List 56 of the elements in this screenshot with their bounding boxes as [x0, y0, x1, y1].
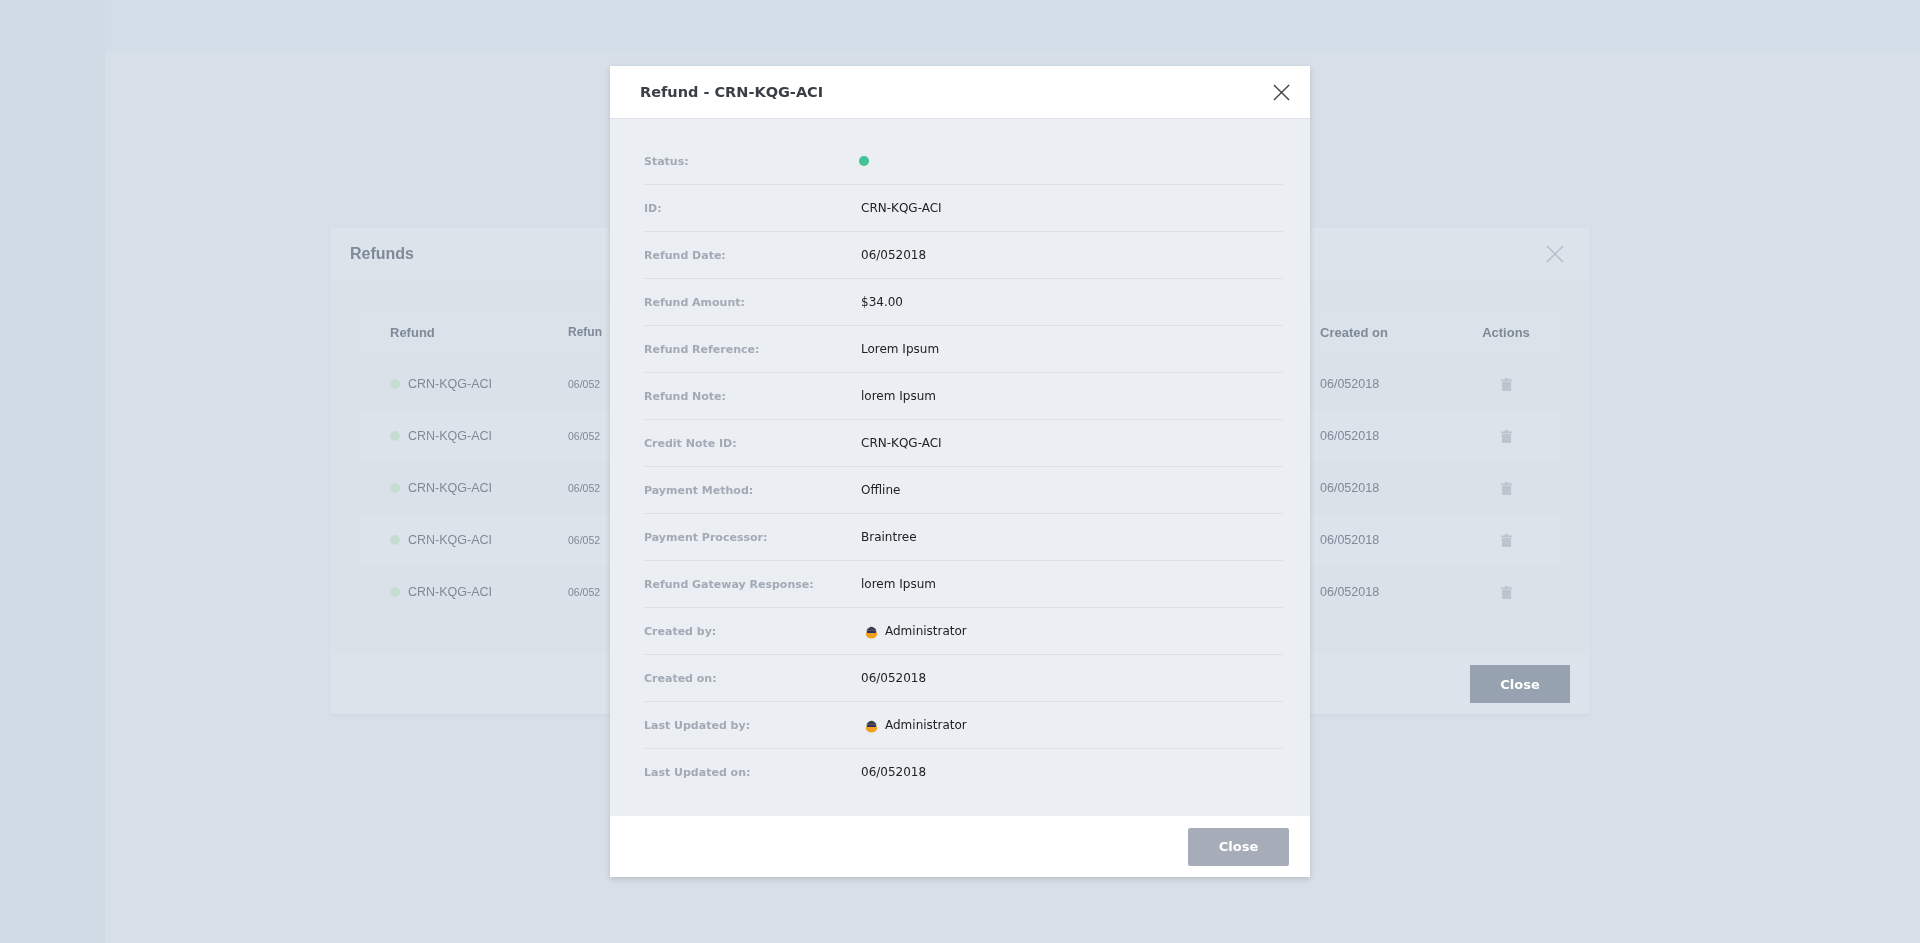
table-cell: 06/052 — [568, 430, 601, 442]
trash-icon[interactable] — [1500, 429, 1512, 443]
field-label: Status: — [644, 154, 690, 168]
field-label: Refund Amount: — [644, 295, 746, 309]
field-label: Refund Gateway Response: — [644, 577, 815, 591]
table-cell: 06/052018 — [1320, 377, 1380, 391]
field-value: 06/052018 — [861, 671, 927, 685]
table-cell: 06/052018 — [1320, 429, 1380, 443]
close-button[interactable]: Close — [1188, 827, 1289, 866]
dialog-title: Refunds — [350, 245, 414, 263]
column-header: Refun — [568, 325, 603, 339]
table-cell: 06/052 — [568, 378, 601, 390]
table-cell: CRN-KQG-ACI — [408, 585, 493, 599]
field-label: Last Updated on: — [644, 765, 752, 779]
trash-icon[interactable] — [1500, 481, 1512, 495]
field-value: CRN-KQG-ACI — [861, 201, 942, 215]
field-label: Credit Note ID: — [644, 436, 738, 450]
field-value: 06/052018 — [861, 248, 927, 262]
trash-icon[interactable] — [1500, 377, 1512, 391]
table-cell: CRN-KQG-ACI — [408, 429, 493, 443]
field-label: Created on: — [644, 671, 718, 685]
column-header: Refund — [390, 324, 436, 340]
field-value: $34.00 — [861, 295, 903, 309]
column-header: Created on — [1320, 324, 1389, 340]
field-value: CRN-KQG-ACI — [861, 436, 942, 450]
trash-icon[interactable] — [1500, 533, 1512, 547]
field-value: lorem Ipsum — [861, 577, 936, 591]
field-label: Last Updated by: — [644, 718, 752, 732]
field-value: Lorem Ipsum — [861, 342, 940, 356]
field-label: Refund Date: — [644, 248, 727, 262]
field-value: Administrator — [885, 624, 967, 638]
table-cell: 06/052 — [568, 534, 601, 546]
table-cell: 06/052018 — [1320, 533, 1380, 547]
dialog-title: Refund - CRN-KQG-ACI — [640, 84, 824, 100]
field-label: Payment Processor: — [644, 530, 769, 544]
field-label: Created by: — [644, 624, 718, 638]
field-label: Payment Method: — [644, 483, 755, 497]
field-value: Offline — [861, 483, 901, 497]
table-cell: 06/052 — [568, 482, 601, 494]
field-value: 06/052018 — [861, 765, 927, 779]
field-label: Refund Reference: — [644, 342, 761, 356]
close-icon[interactable] — [1273, 83, 1290, 101]
trash-icon[interactable] — [1500, 585, 1512, 599]
field-label: Refund Note: — [644, 389, 727, 403]
close-button[interactable]: Close — [1470, 665, 1570, 703]
field-value: lorem Ipsum — [861, 389, 936, 403]
table-cell: CRN-KQG-ACI — [408, 377, 493, 391]
table-cell: 06/052018 — [1320, 585, 1380, 599]
field-label: ID: — [644, 201, 663, 215]
table-cell: CRN-KQG-ACI — [408, 481, 493, 495]
field-value: Administrator — [885, 718, 967, 732]
table-cell: 06/052 — [568, 586, 601, 598]
column-header: Actions — [1481, 324, 1531, 340]
field-value: Braintree — [861, 530, 917, 544]
table-cell: CRN-KQG-ACI — [408, 533, 493, 547]
table-cell: 06/052018 — [1320, 481, 1380, 495]
